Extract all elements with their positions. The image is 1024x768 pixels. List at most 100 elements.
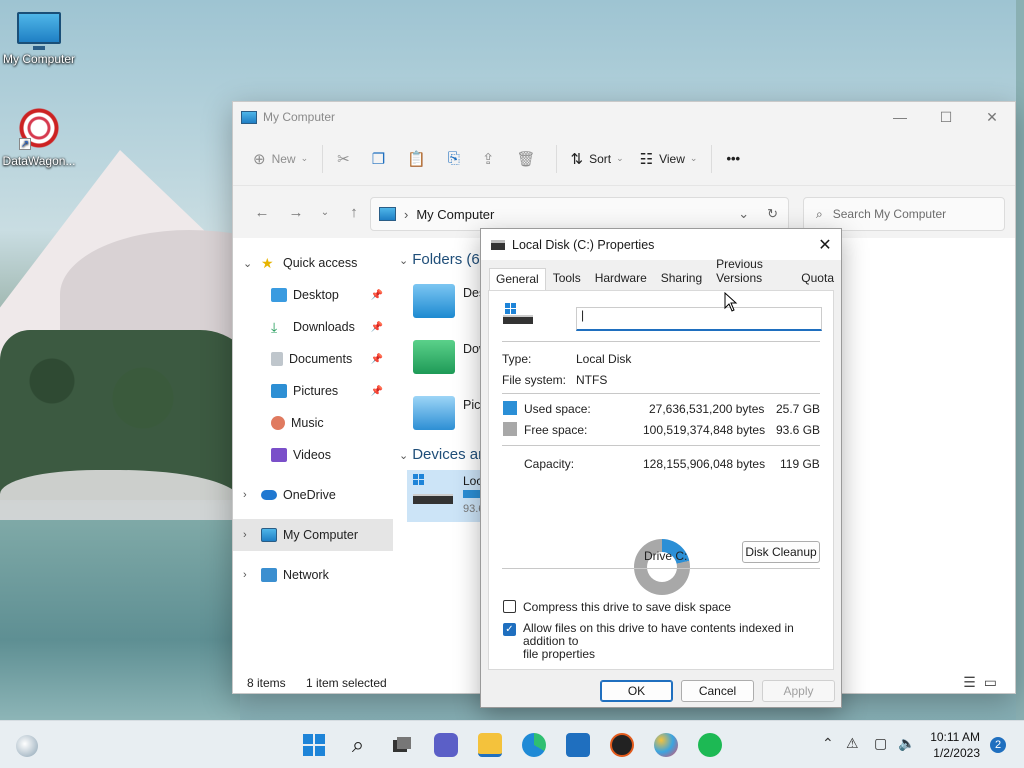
maximize-button[interactable]: ☐ xyxy=(923,102,969,132)
sidebar-item-downloads[interactable]: ⤓ Downloads 📌 xyxy=(233,311,393,343)
drive-icon xyxy=(491,239,505,250)
dialog-tabs: General Tools Hardware Sharing Previous … xyxy=(481,257,841,290)
devices-group-header[interactable]: ⌄ Devices ar xyxy=(399,446,483,463)
recent-locations-button[interactable]: ⌄ xyxy=(313,207,337,218)
details-view-button[interactable]: ☰ xyxy=(963,674,984,690)
address-path: My Computer xyxy=(416,206,495,222)
media-player-button[interactable] xyxy=(610,733,634,757)
sidebar-item-onedrive[interactable]: › OneDrive xyxy=(233,479,393,511)
more-options-button[interactable]: ••• xyxy=(718,142,748,176)
desktop-icon-datawagon[interactable]: ↗ DataWagon... xyxy=(1,106,77,168)
compress-label[interactable]: Compress this drive to save disk space xyxy=(523,600,731,614)
paint-button[interactable] xyxy=(654,733,678,757)
pin-icon: 📌 xyxy=(370,385,383,397)
edge-button[interactable] xyxy=(522,733,546,757)
sidebar-item-network[interactable]: › Network xyxy=(233,559,393,591)
computer-icon xyxy=(379,207,396,221)
disk-cleanup-button[interactable]: Disk Cleanup xyxy=(742,541,820,563)
volume-icon[interactable]: 🔈 xyxy=(898,735,915,752)
address-bar[interactable]: › My Computer ⌄ ↻ xyxy=(370,197,789,231)
close-button[interactable]: ✕ xyxy=(969,102,1015,132)
tab-tools[interactable]: Tools xyxy=(546,267,588,290)
index-label[interactable]: Allow files on this drive to have conten… xyxy=(523,622,823,661)
desktop-folder-icon[interactable] xyxy=(413,284,455,318)
used-space-gb: 25.7 GB xyxy=(776,402,821,416)
cancel-button[interactable]: Cancel xyxy=(681,680,754,702)
cut-button[interactable]: ✂ xyxy=(329,142,364,176)
explorer-titlebar[interactable]: My Computer — ☐ ✕ xyxy=(233,102,1015,132)
folders-group-header[interactable]: ⌄ Folders (6) xyxy=(399,251,485,268)
search-button[interactable]: ⌕ xyxy=(346,733,370,757)
copy-button[interactable]: ❐ xyxy=(364,142,399,176)
clock-time: 10:11 AM xyxy=(930,730,980,744)
tiles-view-button[interactable]: ▭ xyxy=(984,674,1005,690)
delete-button[interactable]: 🗑 xyxy=(508,142,549,176)
start-button[interactable] xyxy=(302,733,326,757)
file-explorer-taskbar-button[interactable] xyxy=(478,733,502,757)
sidebar-item-quick-access[interactable]: ⌄ ★ Quick access xyxy=(233,247,393,279)
view-button[interactable]: ☷ View ⌄ xyxy=(632,142,706,176)
network-status-icon[interactable]: ⚠ xyxy=(846,735,859,752)
tab-previous-versions[interactable]: Previous Versions xyxy=(709,253,794,290)
chat-button[interactable] xyxy=(434,733,458,757)
back-button[interactable]: ← xyxy=(245,204,279,221)
type-label: Type: xyxy=(502,352,532,366)
chevron-down-icon: ⌄ xyxy=(300,153,309,163)
up-button[interactable]: ↑ xyxy=(337,204,371,221)
pin-icon: 📌 xyxy=(370,353,383,365)
sidebar-item-documents[interactable]: Documents 📌 xyxy=(233,343,393,375)
drive-name-input[interactable]: | xyxy=(576,307,822,331)
refresh-button[interactable]: ↻ xyxy=(767,206,778,222)
forward-button[interactable]: → xyxy=(279,204,313,221)
download-icon: ⤓ xyxy=(271,319,278,335)
minimize-button[interactable]: — xyxy=(877,102,923,132)
sort-label: Sort xyxy=(589,151,612,166)
notification-badge[interactable]: 2 xyxy=(990,737,1006,753)
plus-icon: ⊕ xyxy=(253,150,266,168)
display-icon[interactable]: ▢ xyxy=(874,735,887,752)
command-bar: ⊕ New ⌄ ✂ ❐ 📋 ⎘ ⇪ 🗑 ⇅ Sort ⌄ ☷ View ⌄ ••• xyxy=(233,132,1015,186)
pictures-folder-icon[interactable] xyxy=(413,396,455,430)
address-dropdown-button[interactable]: ⌄ xyxy=(738,206,749,222)
index-label-line1: Allow files on this drive to have conten… xyxy=(523,621,794,648)
task-view-button[interactable] xyxy=(390,733,414,757)
store-button[interactable] xyxy=(566,733,590,757)
downloads-folder-icon[interactable] xyxy=(413,340,455,374)
videos-icon xyxy=(271,448,287,462)
drive-icon xyxy=(413,494,453,504)
widgets-icon[interactable] xyxy=(16,735,38,757)
ok-button[interactable]: OK xyxy=(600,680,673,702)
search-box[interactable]: ⌕ Search My Computer xyxy=(803,197,1005,231)
sidebar-item-my-computer[interactable]: › My Computer xyxy=(233,519,393,551)
capacity-bytes: 128,155,906,048 bytes xyxy=(643,457,766,471)
new-button[interactable]: ⊕ New ⌄ xyxy=(245,142,316,176)
mouse-cursor-icon xyxy=(724,292,738,312)
apply-button[interactable]: Apply xyxy=(762,680,835,702)
sort-button[interactable]: ⇅ Sort ⌄ xyxy=(563,142,632,176)
desktop-icon-my-computer[interactable]: My Computer xyxy=(1,12,77,66)
share-button[interactable]: ⇪ xyxy=(474,142,509,176)
paste-button[interactable]: 📋 xyxy=(399,142,440,176)
tab-sharing[interactable]: Sharing xyxy=(654,267,709,290)
drive-c-tile[interactable]: Loca 93.6 xyxy=(407,470,489,522)
clock[interactable]: 10:11 AM 1/2/2023 xyxy=(930,729,980,761)
used-space-swatch xyxy=(503,401,517,415)
tab-quota[interactable]: Quota xyxy=(794,267,841,290)
toolbar-separator xyxy=(711,144,713,173)
tab-hardware[interactable]: Hardware xyxy=(588,267,654,290)
sidebar-item-pictures[interactable]: Pictures 📌 xyxy=(233,375,393,407)
dialog-close-button[interactable]: ✕ xyxy=(809,235,841,255)
sort-icon: ⇅ xyxy=(570,150,584,168)
show-hidden-icons-button[interactable]: ⌃ xyxy=(822,735,834,752)
tab-general[interactable]: General xyxy=(489,268,546,290)
windows-logo-icon xyxy=(505,303,517,315)
index-checkbox[interactable]: ✓ xyxy=(503,623,516,636)
sidebar-item-videos[interactable]: Videos xyxy=(233,439,393,471)
sidebar-item-music[interactable]: Music xyxy=(233,407,393,439)
sidebar-item-desktop[interactable]: Desktop 📌 xyxy=(233,279,393,311)
more-icon: ••• xyxy=(726,151,741,166)
chevron-down-icon: ⌄ xyxy=(243,257,253,270)
spotify-button[interactable] xyxy=(698,733,722,757)
rename-button[interactable]: ⎘ xyxy=(440,142,474,176)
compress-checkbox[interactable] xyxy=(503,600,516,613)
